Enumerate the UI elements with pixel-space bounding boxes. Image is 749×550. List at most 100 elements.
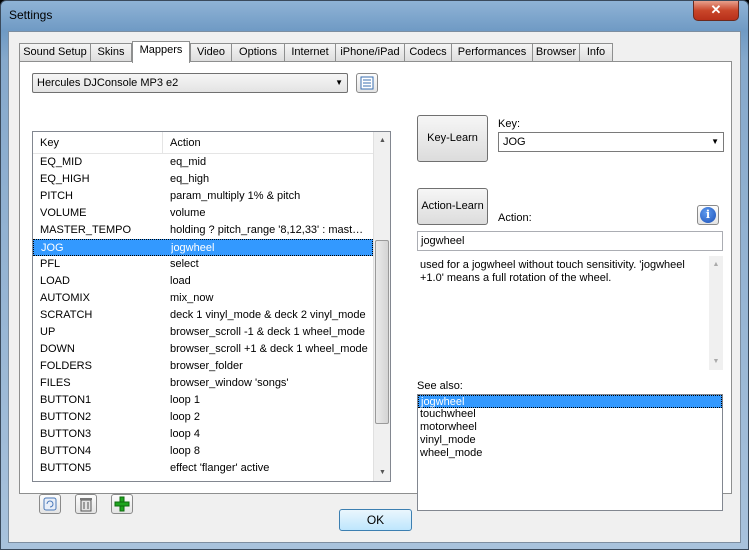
row-key: VOLUME <box>40 207 87 219</box>
row-action: loop 8 <box>170 445 200 457</box>
table-row[interactable]: PFL select <box>33 256 373 273</box>
row-key: PITCH <box>40 190 73 202</box>
see-also-label: See also: <box>417 380 463 392</box>
tab-mappers[interactable]: Mappers <box>132 41 190 63</box>
row-key: UP <box>40 326 56 338</box>
list-item[interactable]: wheel_mode <box>418 447 722 460</box>
row-key: JOG <box>41 242 64 254</box>
import-icon <box>43 497 57 511</box>
list-item[interactable]: motorwheel <box>418 421 722 434</box>
action-info-button[interactable]: i <box>697 205 719 225</box>
description-scrollbar[interactable]: ▲ ▼ <box>709 256 723 370</box>
table-row[interactable]: AUTOMIX mix_now <box>33 290 373 307</box>
key-learn-button[interactable]: Key-Learn <box>417 115 488 162</box>
import-button[interactable] <box>39 494 61 514</box>
row-action: browser_scroll -1 & deck 1 wheel_mode <box>170 326 366 338</box>
table-row[interactable]: FILES browser_window 'songs' <box>33 375 373 392</box>
scroll-up-icon[interactable]: ▲ <box>709 256 723 273</box>
row-key: SCRATCH <box>40 309 93 321</box>
table-row[interactable]: BUTTON5 effect 'flanger' active <box>33 460 373 477</box>
action-input[interactable]: jogwheel <box>417 231 723 251</box>
tab-performances[interactable]: Performances <box>451 43 533 62</box>
chevron-down-icon: ▼ <box>335 78 343 87</box>
table-row[interactable]: SCRATCH deck 1 vinyl_mode & deck 2 vinyl_… <box>33 307 373 324</box>
table-row[interactable]: UP browser_scroll -1 & deck 1 wheel_mode <box>33 324 373 341</box>
close-icon: ✕ <box>710 2 722 17</box>
info-icon: i <box>700 207 716 223</box>
trash-icon <box>80 498 92 512</box>
row-key: BUTTON2 <box>40 411 92 423</box>
table-row[interactable]: BUTTON2 loop 2 <box>33 409 373 426</box>
tab-options[interactable]: Options <box>231 43 285 62</box>
delete-button[interactable] <box>75 494 97 514</box>
table-row[interactable]: EQ_HIGH eq_high <box>33 171 373 188</box>
table-row[interactable]: LOAD load <box>33 273 373 290</box>
table-row[interactable]: VOLUME volume <box>33 205 373 222</box>
list-scrollbar[interactable]: ▲ ▼ <box>373 132 390 481</box>
table-row[interactable]: EQ_MID eq_mid <box>33 154 373 171</box>
table-row[interactable]: MASTER_TEMPO holding ? pitch_range '8,12,… <box>33 222 373 239</box>
dialog-body: Sound Setup Skins Mappers Video Options … <box>8 31 741 543</box>
row-action: loop 2 <box>170 411 200 423</box>
row-key: BUTTON3 <box>40 428 92 440</box>
scrollbar-thumb[interactable] <box>375 240 389 424</box>
table-row[interactable]: JOG jogwheel <box>33 239 373 256</box>
settings-window: Settings ✕ Sound Setup Skins Mappers Vid… <box>0 0 749 550</box>
see-also-list[interactable]: jogwheel touchwheel motorwheel vinyl_mode wh… <box>417 394 723 511</box>
scroll-down-icon[interactable]: ▼ <box>374 464 390 481</box>
chevron-down-icon: ▼ <box>711 137 719 146</box>
key-select[interactable]: JOG ▼ <box>498 132 724 152</box>
mappers-panel: Hercules DJConsole MP3 e2 ▼ Key Action E… <box>19 61 732 514</box>
row-key: MASTER_TEMPO <box>40 224 132 236</box>
row-key: DOWN <box>40 343 75 355</box>
row-action: jogwheel <box>171 242 215 254</box>
table-row[interactable]: FOLDERS browser_folder <box>33 358 373 375</box>
column-header-action[interactable]: Action <box>163 132 373 154</box>
device-select[interactable]: Hercules DJConsole MP3 e2 ▼ <box>32 73 348 93</box>
tab-sound-setup[interactable]: Sound Setup <box>19 43 91 62</box>
mapping-list[interactable]: Key Action EQ_MID eq_mid EQ_HIGH eq_high PIT… <box>32 131 391 482</box>
table-row[interactable]: BUTTON3 loop 4 <box>33 426 373 443</box>
tab-video[interactable]: Video <box>190 43 232 62</box>
device-options-button[interactable] <box>356 73 378 93</box>
tab-iphone-ipad[interactable]: iPhone/iPad <box>335 43 405 62</box>
action-label: Action: <box>498 212 532 224</box>
list-icon <box>360 76 374 90</box>
table-row[interactable]: DOWN browser_scroll +1 & deck 1 wheel_mod… <box>33 341 373 358</box>
close-button[interactable]: ✕ <box>693 1 739 21</box>
row-action: mix_now <box>170 292 214 304</box>
tab-browser[interactable]: Browser <box>532 43 580 62</box>
row-action: loop 4 <box>170 428 200 440</box>
table-row[interactable]: BUTTON1 loop 1 <box>33 392 373 409</box>
row-action: select <box>170 258 199 270</box>
row-action: eq_mid <box>170 156 207 168</box>
tab-internet[interactable]: Internet <box>284 43 336 62</box>
row-action: effect 'flanger' active <box>170 462 270 474</box>
tab-codecs[interactable]: Codecs <box>404 43 452 62</box>
row-key: PFL <box>40 258 61 270</box>
scroll-up-icon[interactable]: ▲ <box>374 132 390 149</box>
list-header: Key Action <box>33 132 373 154</box>
row-action: browser_window 'songs' <box>170 377 289 389</box>
row-key: FOLDERS <box>40 360 92 372</box>
title-bar[interactable]: Settings ✕ <box>1 1 748 31</box>
row-action: volume <box>170 207 206 219</box>
scroll-down-icon[interactable]: ▼ <box>709 353 723 370</box>
list-item[interactable]: vinyl_mode <box>418 434 722 447</box>
action-learn-button[interactable]: Action-Learn <box>417 188 488 225</box>
row-action: loop 1 <box>170 394 200 406</box>
column-header-key[interactable]: Key <box>33 132 163 154</box>
tab-skins[interactable]: Skins <box>90 43 132 62</box>
list-item[interactable]: jogwheel <box>418 395 722 408</box>
table-row[interactable]: PITCH param_multiply 1% & pitch <box>33 188 373 205</box>
list-item[interactable]: touchwheel <box>418 408 722 421</box>
row-action: eq_high <box>170 173 210 185</box>
key-select-value: JOG <box>503 136 526 148</box>
tab-info[interactable]: Info <box>579 43 613 62</box>
add-button[interactable] <box>111 494 133 514</box>
device-select-value: Hercules DJConsole MP3 e2 <box>37 77 179 89</box>
row-key: BUTTON4 <box>40 445 92 457</box>
table-row[interactable]: BUTTON4 loop 8 <box>33 443 373 460</box>
ok-button[interactable]: OK <box>339 509 412 531</box>
row-key: BUTTON1 <box>40 394 92 406</box>
